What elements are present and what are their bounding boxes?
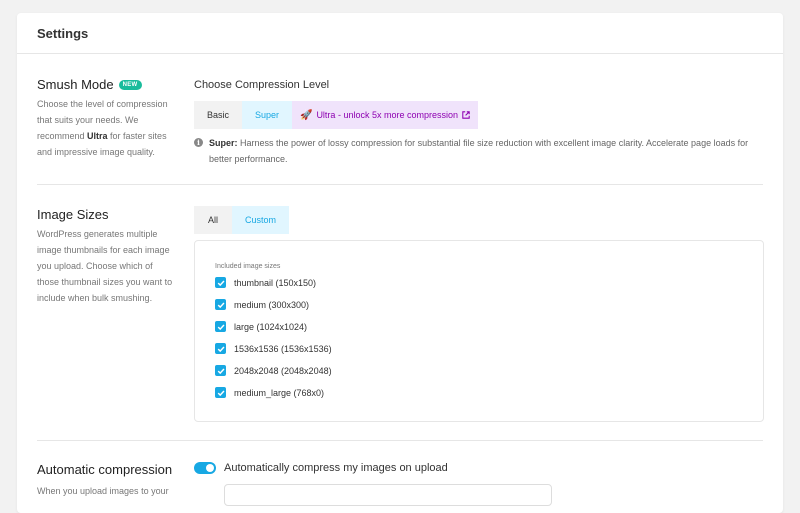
checkbox-checked[interactable] — [215, 299, 226, 310]
size-label: medium_large (768x0) — [234, 387, 325, 398]
check-icon — [217, 368, 224, 374]
auto-compression-description: When you upload images to your — [37, 486, 169, 496]
check-icon — [217, 302, 224, 308]
ultra-option-label: Ultra - unlock 5x more compression — [316, 110, 458, 120]
image-sizes-label-col: Image Sizes WordPress generates multiple… — [37, 207, 177, 306]
page-title: Settings — [17, 13, 783, 54]
image-sizes-tabs: All Custom — [194, 206, 764, 234]
divider — [37, 440, 763, 441]
check-icon — [217, 280, 224, 286]
image-sizes-title: Image Sizes — [37, 207, 109, 222]
compression-note: i Super: Harness the power of lossy comp… — [194, 135, 759, 167]
smush-mode-label-col: Smush Mode NEW Choose the level of compr… — [37, 77, 177, 160]
recommend-ultra: Ultra — [87, 131, 108, 141]
check-icon — [217, 346, 224, 352]
smush-mode-title: Smush Mode — [37, 77, 114, 92]
rocket-icon: 🚀 — [299, 109, 313, 121]
image-sizes-content: All Custom Included image sizes thumbnai… — [194, 206, 764, 422]
size-option[interactable]: large (1024x1024) — [215, 321, 307, 332]
compression-level-title: Choose Compression Level — [194, 79, 330, 91]
image-sizes-description: WordPress generates multiple image thumb… — [37, 229, 173, 303]
check-icon — [217, 390, 224, 396]
divider — [37, 184, 763, 185]
size-option[interactable]: thumbnail (150x150) — [215, 277, 316, 288]
compression-level-selector: Basic Super 🚀 Ultra - unlock 5x more com… — [194, 101, 764, 129]
checkbox-checked[interactable] — [215, 321, 226, 332]
tab-custom[interactable]: Custom — [232, 206, 289, 234]
checkbox-checked[interactable] — [215, 277, 226, 288]
auto-compression-options-box — [224, 484, 552, 506]
size-label: large (1024x1024) — [234, 321, 308, 332]
size-label: 1536x1536 (1536x1536) — [234, 343, 332, 354]
checkbox-checked[interactable] — [215, 343, 226, 354]
new-badge: NEW — [118, 79, 142, 90]
ultra-option[interactable]: 🚀 Ultra - unlock 5x more compression — [292, 101, 478, 129]
size-option[interactable]: 2048x2048 (2048x2048) — [215, 365, 332, 376]
size-option[interactable]: medium_large (768x0) — [215, 387, 324, 398]
checkbox-checked[interactable] — [215, 365, 226, 376]
basic-option[interactable]: Basic — [194, 101, 242, 129]
note-level: Super: — [209, 138, 238, 148]
auto-compression-title: Automatic compression — [37, 462, 173, 477]
check-icon — [217, 324, 224, 330]
info-icon: i — [194, 138, 203, 147]
smush-mode-description: Choose the level of compression that sui… — [37, 99, 168, 157]
settings-card: Settings Smush Mode NEW Choose the level… — [17, 13, 783, 513]
auto-compress-label: Automatically compress my images on uplo… — [224, 462, 448, 474]
super-option[interactable]: Super — [242, 101, 292, 129]
included-sizes-label: Included image sizes — [215, 263, 281, 270]
size-label: medium (300x300) — [234, 299, 310, 310]
size-label: 2048x2048 (2048x2048) — [234, 365, 332, 376]
auto-compression-label-col: Automatic compression When you upload im… — [37, 462, 197, 499]
auto-compress-toggle[interactable] — [194, 462, 216, 474]
external-link-icon — [462, 111, 470, 119]
tab-all[interactable]: All — [194, 206, 232, 234]
checkbox-checked[interactable] — [215, 387, 226, 398]
size-option[interactable]: 1536x1536 (1536x1536) — [215, 343, 332, 354]
smush-mode-content: Choose Compression Level Basic Super 🚀 U… — [194, 77, 764, 167]
included-sizes-box: Included image sizes thumbnail (150x150)… — [194, 240, 764, 422]
size-option[interactable]: medium (300x300) — [215, 299, 309, 310]
auto-compression-content: Automatically compress my images on uplo… — [194, 462, 764, 506]
size-label: thumbnail (150x150) — [234, 277, 317, 288]
note-text: Harness the power of lossy compression f… — [209, 138, 749, 164]
